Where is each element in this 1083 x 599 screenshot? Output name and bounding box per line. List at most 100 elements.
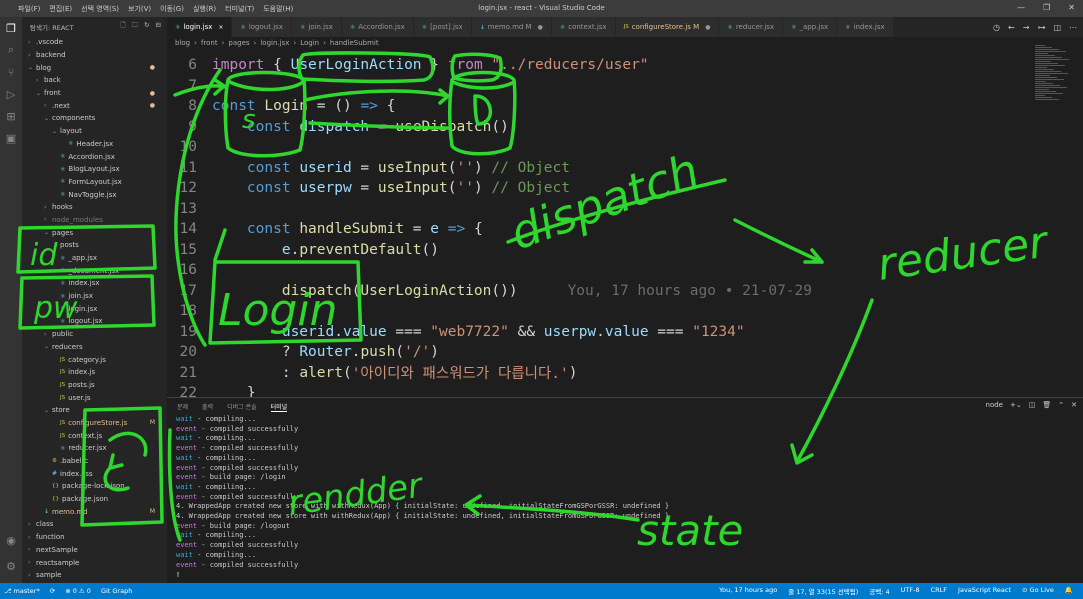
tree-item[interactable]: posts <box>22 239 167 252</box>
log-message[interactable]: 4. WrappedApp created new store with wit… <box>176 502 669 510</box>
breadcrumb-item[interactable]: Login <box>300 39 319 47</box>
code-line[interactable]: 22 } <box>167 383 256 397</box>
explorer-icon[interactable]: ❐ <box>0 17 22 39</box>
code-token[interactable]: UserLoginAction <box>291 57 422 73</box>
code-token[interactable]: = <box>404 221 430 237</box>
modified-badge[interactable]: ● <box>150 102 167 109</box>
tree-item[interactable]: › hooks <box>22 201 167 214</box>
code-token[interactable]: const <box>247 119 291 135</box>
tree-item[interactable]: ⚛ NavToggle.jsx <box>22 188 167 201</box>
tree-item[interactable]: JS configureStore.js M <box>22 417 167 430</box>
code-token[interactable]: '/' <box>404 344 430 360</box>
chevron-icon[interactable]: › <box>44 216 52 223</box>
code-line[interactable]: 9 const dispatch = useDispatch() <box>167 117 509 137</box>
terminal-line[interactable]: 4. WrappedApp created new store with wit… <box>176 512 1083 522</box>
tree-item[interactable]: ⌄ front ● <box>22 87 167 100</box>
refresh-icon[interactable]: ↻ <box>144 21 149 32</box>
markdown-file-icon[interactable]: ↓ <box>480 24 485 31</box>
code-token[interactable]: value <box>605 324 649 340</box>
code-token[interactable]: Login <box>264 98 308 114</box>
code-token[interactable] <box>291 221 300 237</box>
line-number[interactable]: 9 <box>167 119 212 135</box>
chevron-icon[interactable]: › <box>36 77 44 84</box>
status-left-item[interactable]: ⟳ <box>50 587 55 595</box>
js-file-icon[interactable]: JS <box>60 433 65 439</box>
react-file-icon[interactable]: ⚛ <box>845 24 850 31</box>
json-file-icon[interactable]: {} <box>52 483 59 489</box>
minimap-line[interactable] <box>1035 51 1066 52</box>
code-token[interactable] <box>212 242 282 258</box>
chevron-icon[interactable]: ⌄ <box>28 64 36 71</box>
tree-item-label[interactable]: package.json <box>62 495 108 503</box>
modified-badge[interactable]: M <box>150 508 167 515</box>
tree-item-label[interactable]: .babelrc <box>60 457 88 465</box>
menu-item[interactable]: 선택 영역(S) <box>81 4 119 14</box>
code-token[interactable]: dispatch <box>299 119 369 135</box>
code-token[interactable]: () <box>491 119 508 135</box>
line-number[interactable]: 13 <box>167 201 212 217</box>
tree-item-label[interactable]: _app.jsx <box>68 254 97 262</box>
chevron-icon[interactable]: › <box>28 546 36 553</box>
code-token[interactable]: ( <box>395 344 404 360</box>
code-token[interactable]: push <box>360 344 395 360</box>
tree-item[interactable]: › backend <box>22 49 167 62</box>
code-line[interactable]: 19 userid. value === "web7722" && userpw.… <box>167 322 745 342</box>
tree-item[interactable]: JS posts.js <box>22 379 167 392</box>
minimap-line[interactable] <box>1035 95 1045 96</box>
tree-item-label[interactable]: .vscode <box>36 38 63 46</box>
tab-logoutjsx[interactable]: ⚛ logout.jsx <box>232 17 292 37</box>
terminal-line[interactable]: ▯ <box>176 570 1083 580</box>
breadcrumb-item[interactable]: pages <box>228 39 249 47</box>
breadcrumb-item[interactable]: handleSubmit <box>330 39 379 47</box>
code-token[interactable] <box>212 283 282 299</box>
minimap-line[interactable] <box>1035 57 1062 58</box>
log-message[interactable]: - compiled successfully <box>197 493 298 501</box>
tree-item[interactable]: {} package-lock.json <box>22 480 167 493</box>
tree-item[interactable]: ⚛ FormLayout.jsx <box>22 176 167 189</box>
tree-item[interactable]: ⌄ components <box>22 112 167 125</box>
tree-item-label[interactable]: sample <box>36 571 61 579</box>
code-token[interactable]: useInput <box>378 180 448 196</box>
markdown-file-icon[interactable]: ↓ <box>44 508 49 515</box>
minimap-line[interactable] <box>1035 97 1052 98</box>
code-token[interactable]: userid <box>299 160 351 176</box>
terminal-line[interactable]: wait - compiling... <box>176 551 1083 561</box>
log-message[interactable]: - compiled successfully <box>197 464 298 472</box>
maximize-panel-icon[interactable]: ⌃ <box>1058 401 1064 409</box>
code-token[interactable]: ) <box>474 160 491 176</box>
code-line[interactable]: 16 <box>167 260 212 280</box>
line-number[interactable]: 7 <box>167 78 212 94</box>
code-token[interactable]: : <box>212 365 299 381</box>
code-token[interactable]: . <box>352 344 361 360</box>
tree-item[interactable]: ⚛ BlogLayout.jsx <box>22 163 167 176</box>
tree-item[interactable]: # index.css <box>22 467 167 480</box>
tree-item[interactable]: ⌄ layout <box>22 125 167 138</box>
tab-label[interactable]: configureStore.js M <box>632 23 699 31</box>
tree-item[interactable]: ⌄ store <box>22 404 167 417</box>
react-file-icon[interactable]: ⚛ <box>300 24 305 31</box>
tree-item-label[interactable]: configureStore.js <box>68 419 127 427</box>
tree-item[interactable]: ⚛ _app.jsx <box>22 252 167 265</box>
tree-item[interactable]: ⚛ _document.jsx <box>22 264 167 277</box>
js-file-icon[interactable]: JS <box>60 420 65 426</box>
tab-label[interactable]: [post].jsx <box>430 23 463 31</box>
code-token[interactable]: e <box>430 221 439 237</box>
code-line[interactable]: 20 ? Router. push('/') <box>167 342 440 362</box>
react-file-icon[interactable]: JS <box>624 24 629 30</box>
new-folder-icon[interactable]: 🗀 <box>132 21 139 32</box>
log-message[interactable]: - compiling... <box>193 483 256 491</box>
code-token[interactable] <box>212 180 247 196</box>
code-token[interactable]: ()) <box>491 283 517 299</box>
unsaved-dot-icon[interactable]: ● <box>705 24 710 31</box>
tab-memomd[interactable]: ↓ memo.md M ● <box>471 17 552 37</box>
more-actions-icon[interactable]: ⋯ <box>1069 23 1077 32</box>
tree-item-label[interactable]: NavToggle.jsx <box>68 191 116 199</box>
chevron-icon[interactable]: ⌄ <box>44 407 52 414</box>
tree-item[interactable]: ⚛ index.jsx <box>22 277 167 290</box>
terminal-name[interactable]: node <box>986 401 1003 409</box>
tree-item[interactable]: JS context.js <box>22 429 167 442</box>
code-token[interactable]: // Object <box>491 160 570 176</box>
minimap-line[interactable] <box>1035 91 1056 92</box>
log-message[interactable]: - build page: /login <box>197 473 285 481</box>
tab-label[interactable]: index.jsx <box>854 23 885 31</box>
